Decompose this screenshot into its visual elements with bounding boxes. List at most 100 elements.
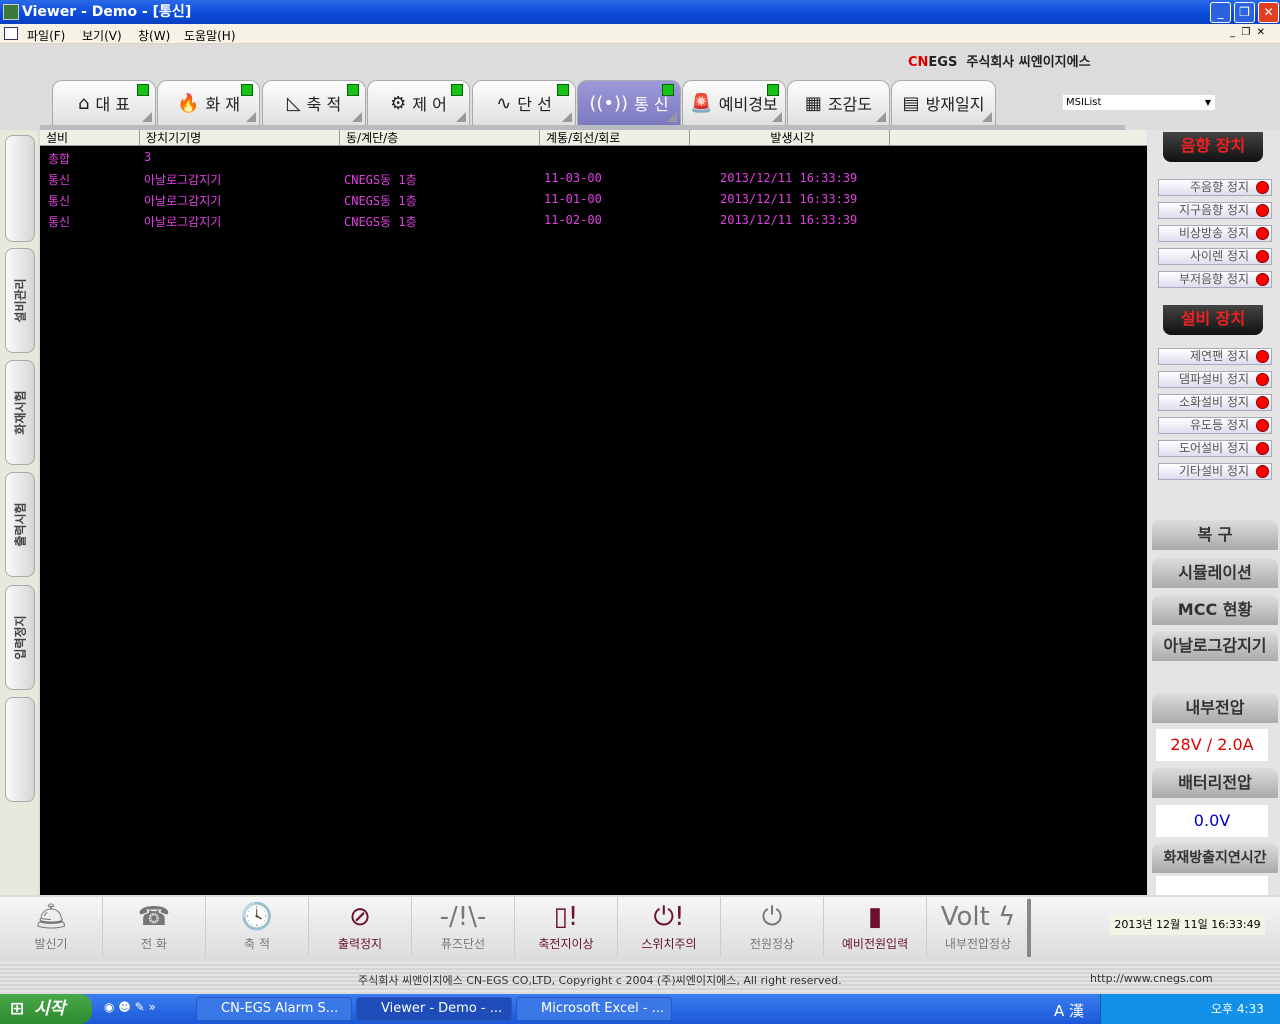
document-icon[interactable] (4, 27, 18, 40)
website-link[interactable]: http://www.cnegs.com (1090, 972, 1213, 985)
ime-indicator[interactable]: A 漢 (1054, 1000, 1084, 1021)
tab-label: 대 표 (95, 95, 130, 114)
equipment-stop-button[interactable]: 제연팬 정지 (1158, 348, 1272, 365)
tab-label: 방재일지 (925, 95, 985, 114)
table-row[interactable]: 통신 아날로그감지기 CNEGS동 1층 11-03-00 2013/12/11 16:… (40, 171, 1147, 189)
sound-stop-button[interactable]: 비상방송 정지 (1158, 225, 1272, 242)
column-header-circuit[interactable]: 계통/회선/회로 (540, 130, 690, 146)
status-label: 퓨즈단선 (440, 937, 486, 951)
table-cell: 11-01-00 (544, 192, 602, 206)
side-tab-1[interactable]: 설비관리 (5, 248, 35, 353)
status-item-0[interactable]: 🛎 발신기 (0, 897, 103, 957)
column-header-device[interactable]: 장치기기명 (140, 130, 340, 146)
status-item-5[interactable]: ▯! 축전지이상 (515, 897, 618, 957)
tab-icon: ((•)) (589, 92, 629, 114)
side-tab-label: 입력정지 (13, 615, 28, 660)
table-row[interactable]: 통신 아날로그감지기 CNEGS동 1층 11-01-00 2013/12/11 16:… (40, 192, 1147, 210)
analog-detector-button[interactable]: 아날로그감지기 (1152, 631, 1278, 661)
tab-label: 단 선 (517, 95, 552, 114)
tab-status-led (347, 84, 359, 96)
tab-status-led (767, 84, 779, 96)
menu-file[interactable]: 파일(F) (27, 27, 65, 44)
equipment-stop-button[interactable]: 도어설비 정지 (1158, 440, 1272, 457)
equipment-stop-button[interactable]: 소화설비 정지 (1158, 394, 1272, 411)
tab-label: 화 재 (205, 95, 240, 114)
sound-stop-button[interactable]: 부저음향 정지 (1158, 271, 1272, 288)
side-tab-0[interactable] (5, 135, 35, 242)
menu-window[interactable]: 창(W) (138, 27, 170, 44)
column-header-equipment[interactable]: 설비 (40, 130, 140, 146)
reset-button[interactable]: 복 구 (1152, 520, 1278, 550)
grid-header: 설비 장치기기명 동/계단/층 계통/회선/회로 발생시각 (40, 130, 1147, 146)
status-item-8[interactable]: ▮ 예비전원입력 (824, 897, 927, 957)
tab-corner (352, 112, 362, 122)
status-item-3[interactable]: ⊘ 출력정지 (309, 897, 412, 957)
equipment-stop-button[interactable]: 유도등 정지 (1158, 417, 1272, 434)
side-tab-4[interactable]: 입력정지 (5, 585, 35, 690)
equipment-stop-button[interactable]: 기타설비 정지 (1158, 463, 1272, 480)
button-label: 유도등 정지 (1189, 418, 1249, 432)
tab-4[interactable]: ∿ 단 선 (472, 80, 576, 125)
close-button[interactable]: ✕ (1258, 2, 1279, 23)
status-item-7[interactable]: ⏻ 전원정상 (721, 897, 824, 957)
tab-2[interactable]: ◺ 축 적 (262, 80, 366, 125)
mdi-controls[interactable]: _ ❐ ✕ (1230, 27, 1265, 38)
simulation-button[interactable]: 시뮬레이션 (1152, 558, 1278, 588)
task-viewer[interactable]: Viewer - Demo - ... (356, 997, 512, 1021)
status-item-1[interactable]: ☎ 전 화 (103, 897, 206, 957)
quicklaunch-icons[interactable]: ◉ ☻ ✎ » (104, 1000, 156, 1014)
windows-logo-icon: ⊞ (10, 999, 25, 1019)
menu-view[interactable]: 보기(V) (82, 27, 122, 44)
tab-0[interactable]: ⌂ 대 표 (52, 80, 156, 125)
tab-icon: ▦ (804, 92, 822, 114)
side-tab-3[interactable]: 출력시험 (5, 472, 35, 577)
menu-help[interactable]: 도움말(H) (184, 27, 236, 44)
column-header-location[interactable]: 동/계단/층 (340, 130, 540, 146)
tab-status-led (241, 84, 253, 96)
tab-6[interactable]: 🚨 예비경보 (682, 80, 786, 125)
mcc-status-button[interactable]: MCC 현황 (1152, 595, 1278, 625)
summary-count: 3 (144, 150, 152, 164)
tab-1[interactable]: 🔥 화 재 (157, 80, 260, 125)
table-cell: 통신 (48, 215, 71, 229)
tab-8[interactable]: ▤ 방재일지 (891, 80, 996, 125)
minimize-button[interactable]: _ (1210, 2, 1231, 23)
table-cell: CNEGS동 1층 (344, 215, 417, 229)
msi-list-dropdown[interactable]: MSIList ▼ (1062, 94, 1216, 111)
status-label: 스위치주의 (641, 937, 697, 951)
button-label: 제연팬 정지 (1189, 349, 1249, 363)
status-item-6[interactable]: ⏻! 스위치주의 (618, 897, 721, 957)
table-row[interactable]: 통신 아날로그감지기 CNEGS동 1층 11-02-00 2013/12/11 16:… (40, 213, 1147, 231)
sound-stop-button[interactable]: 주음향 정지 (1158, 179, 1272, 196)
status-icon: ⏻! (653, 902, 685, 932)
tab-5[interactable]: ((•)) 통 신 (577, 80, 681, 125)
status-label: 축 적 (244, 937, 270, 951)
task-alarm-server[interactable]: CN-EGS Alarm S... (196, 997, 352, 1021)
table-cell: CNEGS동 1층 (344, 194, 417, 208)
maximize-button[interactable]: ❐ (1234, 2, 1255, 23)
equipment-stop-button[interactable]: 댐파설비 정지 (1158, 371, 1272, 388)
tab-3[interactable]: ⚙ 제 어 (367, 80, 470, 125)
tab-corner (876, 112, 886, 122)
table-cell: 2013/12/11 16:33:39 (720, 192, 858, 206)
side-tab-5[interactable] (5, 697, 35, 802)
status-indicator-icon (1256, 227, 1269, 240)
summary-label: 총합 (48, 152, 71, 166)
tab-icon: ◺ (286, 92, 301, 114)
sound-stop-button[interactable]: 사이렌 정지 (1158, 248, 1272, 265)
status-bar: 🛎 발신기 ☎ 전 화 🕓 축 적 ⊘ 출력정지 -/!\- 퓨즈단선 ▯! 축전지이상 ⏻! 스위치주의… (0, 897, 1280, 960)
status-icon: ⊘ (349, 902, 371, 932)
status-item-2[interactable]: 🕓 축 적 (206, 897, 309, 957)
status-indicator-icon (1256, 250, 1269, 263)
sound-stop-button[interactable]: 지구음향 정지 (1158, 202, 1272, 219)
task-excel[interactable]: Microsoft Excel - ... (516, 997, 672, 1021)
status-item-4[interactable]: -/!\- 퓨즈단선 (412, 897, 515, 957)
button-label: 비상방송 정지 (1178, 226, 1249, 240)
side-tab-2[interactable]: 화재시험 (5, 360, 35, 465)
start-button[interactable]: 시작 ⊞ (0, 994, 92, 1024)
status-item-9[interactable]: Volt ϟ 내부전압정상 (927, 897, 1030, 957)
tab-7[interactable]: ▦ 조감도 (787, 80, 890, 125)
taskbar: 시작 ⊞ ◉ ☻ ✎ » CN-EGS Alarm S... Viewer - D… (0, 994, 1280, 1024)
column-header-time[interactable]: 발생시각 (690, 130, 890, 146)
app-icon[interactable] (3, 4, 19, 20)
